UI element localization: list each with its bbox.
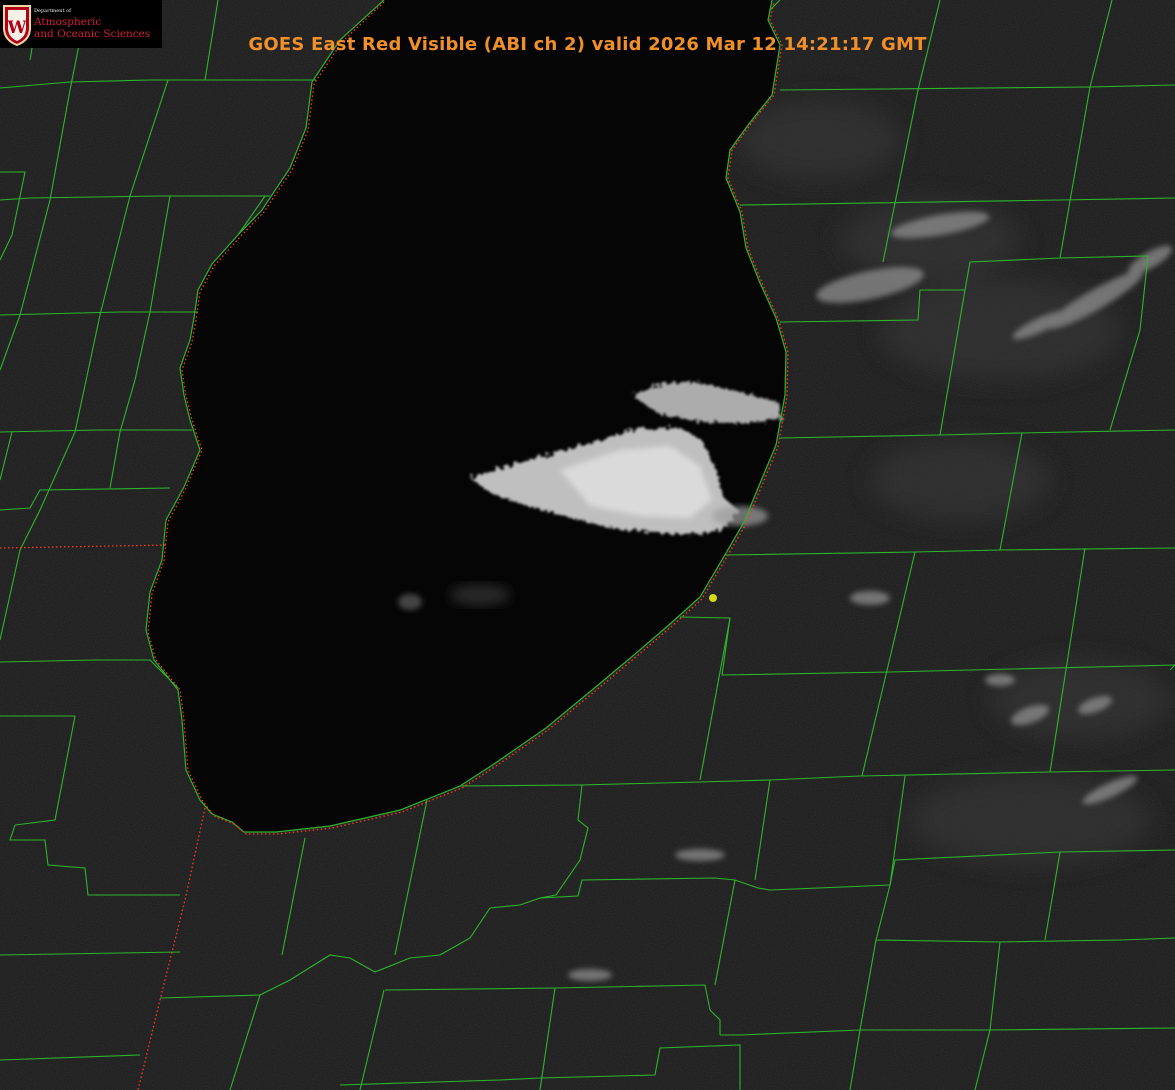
logo-line-2: and Oceanic Sciences xyxy=(34,27,151,40)
logo-text: Department of Atmospheric and Oceanic Sc… xyxy=(34,7,151,40)
uw-aos-logo: W Department of Atmospheric and Oceanic … xyxy=(0,0,162,48)
dot-icon xyxy=(709,594,717,602)
image-title: GOES East Red Visible (ABI ch 2) valid 2… xyxy=(248,34,927,55)
uw-crest-icon: W xyxy=(3,5,31,47)
logo-line-1: Atmospheric xyxy=(34,15,102,28)
logo-department: Department of xyxy=(34,7,71,14)
crest-letter: W xyxy=(6,18,27,38)
satellite-map xyxy=(0,0,1175,1090)
